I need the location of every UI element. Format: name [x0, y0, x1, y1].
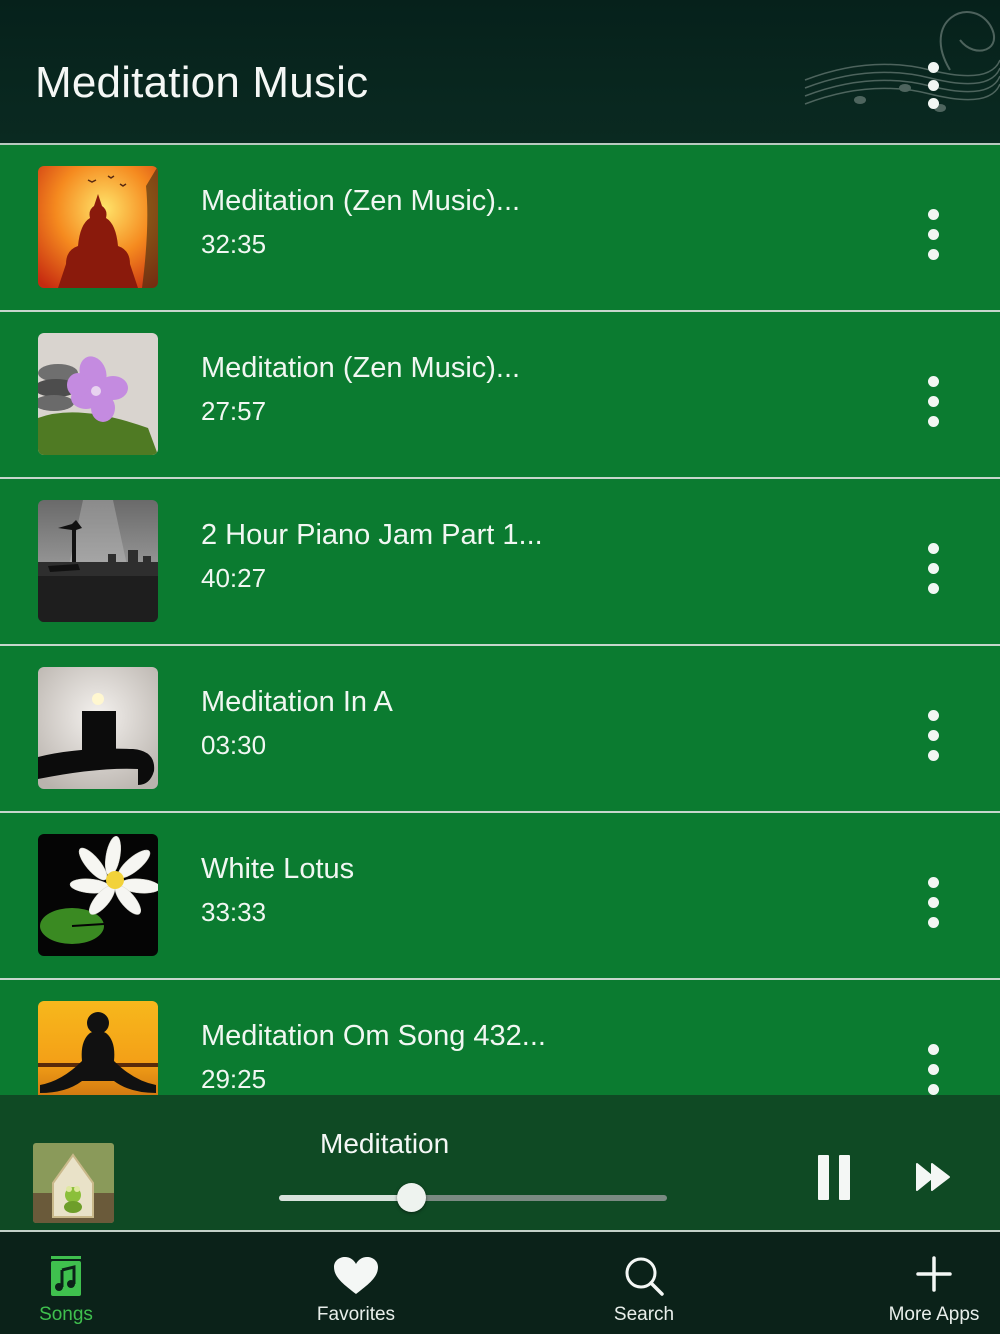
tab-bar: Songs Favorites Search More Apps	[0, 1232, 1000, 1334]
song-duration: 29:25	[201, 1064, 267, 1094]
tab-label: Favorites	[316, 1304, 396, 1325]
song-options-button[interactable]	[918, 207, 950, 263]
vertical-ellipsis-icon	[928, 62, 939, 73]
menu-dot	[928, 730, 939, 741]
plus-icon	[916, 1256, 952, 1292]
vertical-ellipsis-icon	[928, 543, 939, 554]
song-duration: 03:30	[201, 730, 267, 760]
song-options-button[interactable]	[918, 1042, 950, 1095]
song-row[interactable]: Meditation Om Song 432... 29:25	[0, 980, 1000, 1095]
song-options-button[interactable]	[918, 374, 950, 430]
pause-icon	[818, 1155, 829, 1200]
song-title: Meditation (Zen Music)...	[201, 185, 521, 217]
candle-hand-art	[38, 667, 158, 789]
tab-search[interactable]: Search	[594, 1232, 694, 1334]
menu-dot	[928, 583, 939, 594]
yoga-city-art	[38, 500, 158, 622]
flower-stones-art	[38, 333, 158, 455]
menu-dot	[928, 249, 939, 260]
song-duration: 27:57	[201, 396, 267, 426]
menu-dot	[928, 1064, 939, 1075]
app-header: Meditation Music	[0, 0, 1000, 143]
song-row[interactable]: 2 Hour Piano Jam Part 1... 40:27	[0, 479, 1000, 646]
song-duration: 40:27	[201, 563, 267, 593]
pause-button[interactable]	[818, 1155, 850, 1200]
menu-dot	[928, 396, 939, 407]
tab-label: Songs	[39, 1304, 93, 1325]
search-icon	[625, 1257, 664, 1296]
next-track-button[interactable]	[915, 1161, 951, 1193]
meditating-silhouette-art	[38, 1001, 158, 1095]
now-playing-title: Meditation	[320, 1128, 450, 1159]
music-note-icon	[51, 1256, 81, 1296]
white-lotus-art	[38, 834, 158, 956]
menu-dot	[928, 416, 939, 427]
heart-icon	[334, 1257, 378, 1294]
fast-forward-icon	[916, 1163, 950, 1191]
tab-favorites[interactable]: Favorites	[296, 1232, 416, 1334]
menu-dot	[928, 98, 939, 109]
progress-fill	[279, 1195, 411, 1201]
song-row[interactable]: White Lotus 33:33	[0, 813, 1000, 980]
menu-dot	[928, 917, 939, 928]
song-list[interactable]: Meditation (Zen Music)... 32:35 Meditati…	[0, 145, 1000, 1095]
buddha-sunset-art	[38, 166, 158, 288]
page-title: Meditation Music	[35, 58, 369, 107]
menu-dot	[928, 563, 939, 574]
vertical-ellipsis-icon	[928, 1044, 939, 1055]
tab-more-apps[interactable]: More Apps	[878, 1232, 990, 1334]
tab-label: More Apps	[888, 1304, 980, 1325]
song-options-button[interactable]	[918, 875, 950, 931]
progress-knob[interactable]	[396, 1183, 426, 1212]
tab-songs[interactable]: Songs	[16, 1232, 116, 1334]
song-title: Meditation Om Song 432...	[201, 1020, 546, 1052]
menu-dot	[928, 1084, 939, 1095]
now-playing-bar[interactable]: Meditation	[0, 1095, 1000, 1230]
song-title: Meditation In A	[201, 686, 393, 718]
vertical-ellipsis-icon	[928, 877, 939, 888]
song-title: 2 Hour Piano Jam Part 1...	[201, 519, 543, 551]
overflow-menu-button[interactable]	[918, 58, 950, 116]
pause-icon-bar	[839, 1155, 850, 1200]
song-title: White Lotus	[201, 853, 355, 885]
music-notes-decoration	[804, 11, 1000, 112]
song-options-button[interactable]	[918, 708, 950, 764]
song-row[interactable]: Meditation (Zen Music)... 32:35	[0, 145, 1000, 312]
playback-progress-slider[interactable]	[279, 1183, 667, 1212]
menu-dot	[928, 897, 939, 908]
menu-dot	[928, 229, 939, 240]
vertical-ellipsis-icon	[928, 710, 939, 721]
song-row[interactable]: Meditation (Zen Music)... 27:57	[0, 312, 1000, 479]
song-options-button[interactable]	[918, 541, 950, 597]
menu-dot	[928, 80, 939, 91]
tab-label: Search	[613, 1304, 675, 1325]
menu-dot	[928, 750, 939, 761]
song-row[interactable]: Meditation In A 03:30	[0, 646, 1000, 813]
vertical-ellipsis-icon	[928, 209, 939, 220]
song-duration: 33:33	[201, 897, 267, 927]
vertical-ellipsis-icon	[928, 376, 939, 387]
song-title: Meditation (Zen Music)...	[201, 352, 521, 384]
frog-lantern-art	[33, 1143, 114, 1223]
song-duration: 32:35	[201, 229, 267, 259]
